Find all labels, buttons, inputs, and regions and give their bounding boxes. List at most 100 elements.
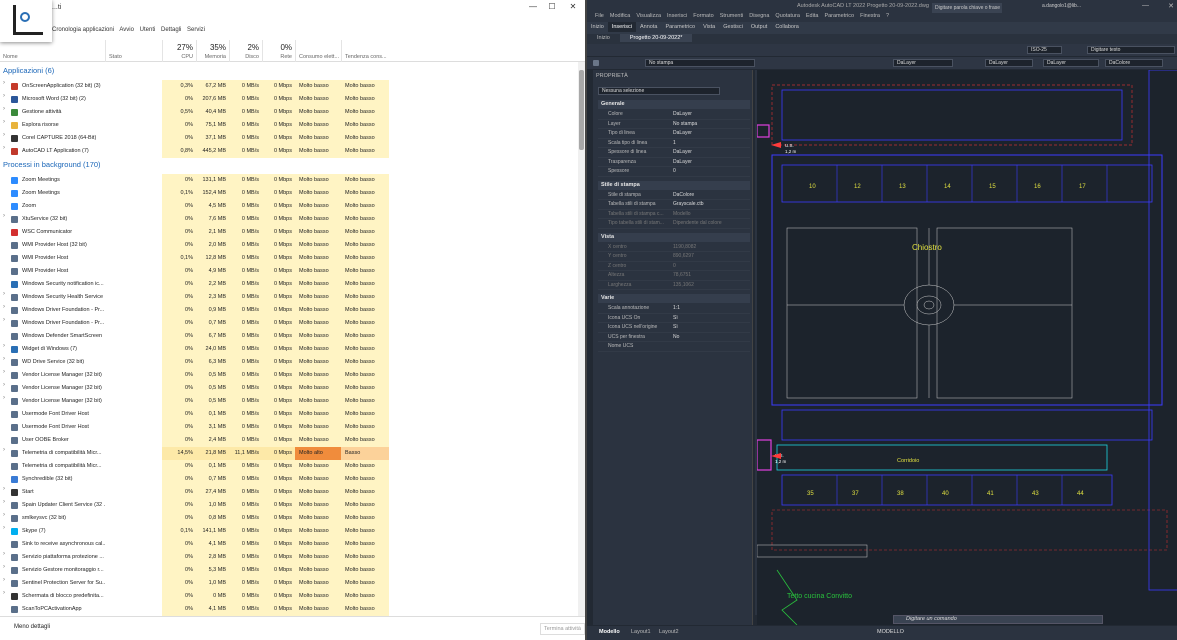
selection-dropdown[interactable]: Nessuna selezione [598, 87, 720, 95]
command-line-input[interactable]: Digitare un comando [893, 615, 1103, 624]
process-row[interactable]: › Servizio piattaforma protezione ... 0% 2,… [0, 551, 578, 564]
column-cpu[interactable]: 27% CPU [162, 40, 196, 62]
tab-app-history[interactable]: Cronologia applicazioni [52, 27, 114, 33]
column-network[interactable]: 0% Rete [262, 40, 295, 62]
column-memory[interactable]: 35% Memoria [196, 40, 229, 62]
menu-item[interactable]: File [595, 13, 604, 19]
menu-item[interactable]: Modifica [610, 13, 630, 19]
properties-section-header[interactable]: Stile di stampa [598, 180, 750, 190]
process-row[interactable]: › Skype (7) 0,1% 141,1 MB 0 MB/s 0 Mbps Molto … [0, 525, 578, 538]
process-row[interactable]: › Schermata di blocco predefinita... 0% 0 M… [0, 590, 578, 603]
process-row[interactable]: WSC Communicator 0% 2,1 MB 0 MB/s 0 Mbps Molt… [0, 226, 578, 239]
menu-item[interactable]: Strumenti [720, 13, 744, 19]
process-row[interactable]: Synchredible (32 bit) 0% 0,7 MB 0 MB/s 0 Mbp… [0, 473, 578, 486]
layer-select[interactable]: No stampa [645, 59, 755, 67]
property-row[interactable]: Spessore di linea DaLayer [598, 148, 750, 158]
process-row[interactable]: › Vendor License Manager (32 bit) 0% 0,5 MB… [0, 395, 578, 408]
end-task-button[interactable]: Termina attività [540, 623, 585, 635]
group-apps[interactable]: Applicazioni (6) [3, 66, 54, 75]
process-row[interactable]: › Widget di Windows (7) 0% 24,0 MB 0 MB/s 0 M… [0, 343, 578, 356]
column-name[interactable]: Nome [0, 40, 105, 62]
close-icon[interactable]: ✕ [566, 2, 580, 14]
process-row[interactable]: › Windows Driver Foundation - Pr... 0% 0,7 … [0, 317, 578, 330]
property-row[interactable]: Z centro 0 [598, 262, 750, 271]
app-thumbnail[interactable] [0, 0, 52, 42]
process-row[interactable]: › Gestione attività 0,5% 40,4 MB 0 MB/s 0 Mbp… [0, 106, 578, 119]
column-disk[interactable]: 2% Disco [229, 40, 262, 62]
property-row[interactable]: UCS per finestra No [598, 333, 750, 342]
maximize-icon[interactable]: ☐ [545, 2, 559, 14]
menu-item[interactable]: Quotatura [775, 13, 799, 19]
process-row[interactable]: › AutoCAD LT Application (7) 0,8% 445,2 MB 0… [0, 145, 578, 158]
ribbon-tab[interactable]: Output [747, 22, 772, 32]
user-account[interactable]: a.dangolo1@lib... [1042, 3, 1081, 9]
process-row[interactable]: Windows Defender SmartScreen 0% 6,7 MB 0 MB… [0, 330, 578, 343]
process-row[interactable]: Zoom Meetings 0% 131,1 MB 0 MB/s 0 Mbps Molto… [0, 174, 578, 187]
property-row[interactable]: Y centro 890,6297 [598, 252, 750, 262]
properties-section-header[interactable]: Vista [598, 232, 750, 242]
process-row[interactable]: User OOBE Broker 0% 2,4 MB 0 MB/s 0 Mbps Molt… [0, 434, 578, 447]
drawing-canvas[interactable]: 10 12 13 14 15 16 17 35 37 38 40 41 43 44 Chiostro C… [757, 70, 1177, 625]
menu-item[interactable]: Finestra [860, 13, 880, 19]
ribbon-tab[interactable]: Inserisci [607, 22, 637, 32]
ribbon-tab[interactable]: Inizio [587, 22, 608, 32]
menu-item[interactable]: Formato [693, 13, 713, 19]
search-input[interactable]: Digitare parola chiave o frase [932, 3, 1002, 13]
process-row[interactable]: › Spain Updater Client Service (32 ... 0% 1… [0, 499, 578, 512]
process-row[interactable]: › Sentinel Protection Server for Su... 0% 1… [0, 577, 578, 590]
tab-services[interactable]: Servizi [187, 27, 205, 33]
menu-item[interactable]: Disegna [749, 13, 769, 19]
column-power-trend[interactable]: Tendenza cons... [341, 40, 389, 62]
property-row[interactable]: Icona UCS nell'origine Sì [598, 323, 750, 333]
process-row[interactable]: WMI Provider Host (32 bit) 0% 2,0 MB 0 MB/s… [0, 239, 578, 252]
process-row[interactable]: › OnScreenApplication (32 bit) (3) 0,3% 67,… [0, 80, 578, 93]
property-row[interactable]: Scala tipo di linea 1 [598, 139, 750, 148]
process-row[interactable]: › Windows Security Health Service 0% 2,3 MB… [0, 291, 578, 304]
plotstyle-select[interactable]: DaColore [1105, 59, 1163, 67]
fewer-details-button[interactable]: Meno dettagli [14, 624, 50, 630]
property-row[interactable]: Trasparenza DaLayer [598, 158, 750, 167]
process-row[interactable]: Windows Security notification ic... 0% 2,2… [0, 278, 578, 291]
text-style-input[interactable]: Digitare testo [1087, 46, 1175, 54]
tab-model[interactable]: Modello [599, 629, 620, 635]
process-row[interactable]: › smlkeysvc (32 bit) 0% 0,8 MB 0 MB/s 0 Mbps M… [0, 512, 578, 525]
tab-startup[interactable]: Avvio [119, 27, 134, 33]
column-status[interactable]: Stato [105, 40, 162, 62]
ribbon-tab[interactable]: Annota [636, 22, 661, 32]
ribbon-tab[interactable]: Collabora [771, 22, 803, 32]
scrollbar[interactable] [578, 62, 585, 616]
properties-section-header[interactable]: Varie [598, 294, 750, 303]
process-row[interactable]: WMI Provider Host 0,1% 12,8 MB 0 MB/s 0 Mbps… [0, 252, 578, 265]
property-row[interactable]: X centro 1190,8082 [598, 243, 750, 252]
menu-item[interactable]: Inserisci [667, 13, 687, 19]
minimize-icon[interactable]: — [526, 2, 540, 14]
process-row[interactable]: ScanToPCActivationApp 0% 4,1 MB 0 MB/s 0 Mbp… [0, 603, 578, 616]
property-row[interactable]: Altezza 78,6751 [598, 271, 750, 281]
property-row[interactable]: Nome UCS [598, 342, 750, 352]
properties-section-header[interactable]: Generale [598, 100, 750, 109]
process-row[interactable]: Usermode Font Driver Host 0% 3,1 MB 0 MB/s 0… [0, 421, 578, 434]
linetype-select[interactable]: DaLayer [985, 59, 1033, 67]
process-row[interactable]: › Vendor License Manager (32 bit) 0% 0,5 MB… [0, 382, 578, 395]
tab-layout2[interactable]: Layout2 [659, 629, 679, 635]
process-row[interactable]: › Corel CAPTURE 2018 (64-Bit) 0% 37,1 MB 0 M… [0, 132, 578, 145]
process-row[interactable]: Sink to receive asynchronous cal... 0% 4,1… [0, 538, 578, 551]
property-row[interactable]: Icona UCS On Sì [598, 314, 750, 323]
process-row[interactable]: › Start 0% 27,4 MB 0 MB/s 0 Mbps Molto basso Mo… [0, 486, 578, 499]
property-row[interactable]: Layer No stampa [598, 120, 750, 129]
dimstyle-select[interactable]: ISO-25 [1027, 46, 1062, 54]
menu-item[interactable]: ? [886, 13, 889, 19]
property-row[interactable]: Scala annotazione 1:1 [598, 304, 750, 314]
property-row[interactable]: Stile di stampa DaColore [598, 191, 750, 200]
tab-details[interactable]: Dettagli [161, 27, 181, 33]
process-row[interactable]: › Microsoft Word (32 bit) (2) 0% 207,6 MB 0 … [0, 93, 578, 106]
property-row[interactable]: Tabella stili di stampa c... Modello [598, 210, 750, 219]
document-tab[interactable]: Progetto 20-09-2022* [619, 34, 693, 42]
process-row[interactable]: › Windows Driver Foundation - Pr... 0% 0,9 … [0, 304, 578, 317]
menu-item[interactable]: Parametrico [824, 13, 854, 19]
menu-item[interactable]: Edita [806, 13, 819, 19]
process-row[interactable]: › Vendor License Manager (32 bit) 0% 0,5 MB… [0, 369, 578, 382]
menu-item[interactable]: Visualizza [636, 13, 661, 19]
document-tab[interactable]: Inizio [587, 34, 620, 42]
property-row[interactable]: Tipo tabella stili di stam... Dipendente … [598, 219, 750, 229]
